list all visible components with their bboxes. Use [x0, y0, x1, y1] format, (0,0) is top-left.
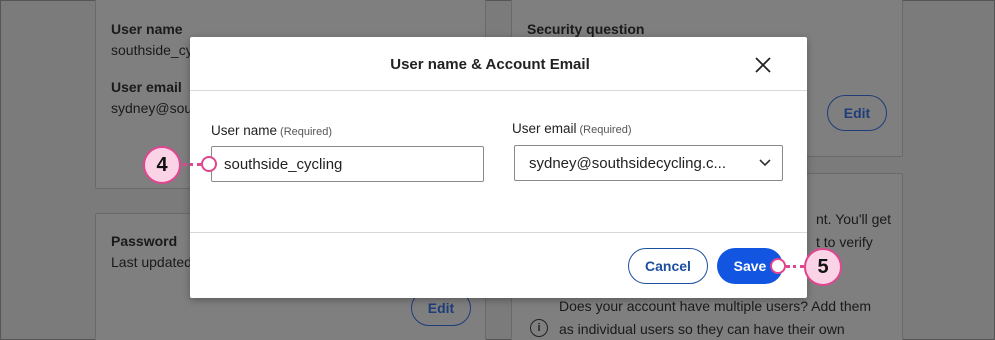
step-5-callout: 5: [804, 248, 842, 286]
bg-user-email-value: sydney@sou: [111, 100, 193, 116]
cancel-button[interactable]: Cancel: [628, 248, 708, 284]
user-name-label: User name (Required): [211, 123, 332, 138]
step-4-marker: [201, 156, 217, 172]
bg-password-label: Password: [111, 233, 178, 249]
bg-info-line1: Does your account have multiple users? A…: [559, 298, 872, 314]
user-email-label-text: User email: [512, 121, 577, 136]
user-name-required: (Required): [280, 126, 332, 138]
user-name-input[interactable]: southside_cycling: [211, 146, 484, 182]
dialog-header: User name & Account Email: [190, 37, 807, 91]
bg-info-line2: as individual users so they can have the…: [559, 321, 845, 337]
dialog-footer-divider: [190, 232, 807, 233]
dialog-title: User name & Account Email: [390, 56, 590, 73]
chevron-down-icon: [759, 159, 771, 167]
bg-verify-line1: nt. You'll get: [816, 211, 892, 227]
user-name-email-dialog: User name & Account Email User name (Requ…: [190, 37, 807, 298]
bg-last-updated: Last updated: [111, 254, 192, 270]
user-email-label: User email (Required): [512, 121, 631, 136]
user-name-input-value: southside_cycling: [224, 155, 343, 173]
step-5-marker: [770, 258, 786, 274]
close-icon[interactable]: [752, 54, 774, 76]
step-4-callout: 4: [143, 146, 181, 184]
bg-security-edit-button[interactable]: Edit: [827, 95, 887, 131]
bg-user-email-label: User email: [111, 79, 182, 95]
bg-user-name-value: southside_cy: [111, 42, 193, 58]
user-email-select[interactable]: sydney@southsidecycling.c...: [514, 145, 783, 181]
bg-security-question-label: Security question: [527, 21, 645, 37]
step-4-connector: [183, 163, 201, 166]
user-name-label-text: User name: [211, 123, 278, 138]
step-5-connector: [786, 265, 804, 268]
user-email-required: (Required): [579, 124, 632, 136]
bg-user-name-label: User name: [111, 21, 183, 37]
user-email-select-value: sydney@southsidecycling.c...: [529, 154, 726, 172]
info-icon: i: [530, 319, 548, 337]
